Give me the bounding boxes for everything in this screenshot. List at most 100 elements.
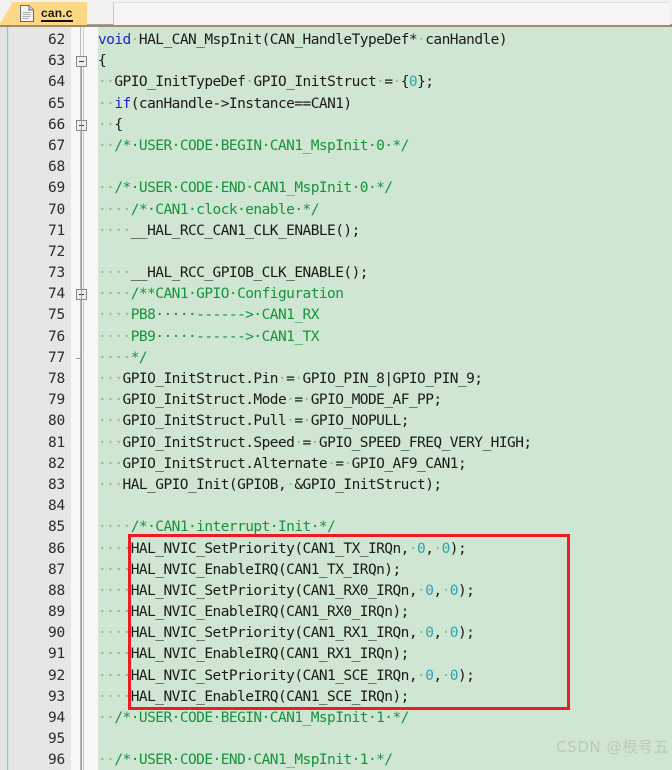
line-number: 81: [47, 434, 65, 451]
line-number: 76: [47, 328, 65, 345]
code-line[interactable]: 77 ····*/: [0, 348, 672, 369]
line-number: 65: [47, 95, 65, 112]
editor-tab-bar: can.c: [0, 0, 672, 25]
code-line[interactable]: 90 ····HAL_NVIC_SetPriority(CAN1_RX1_IRQn…: [0, 623, 672, 644]
code-line[interactable]: 80 ···GPIO_InitStruct.Pull·=·GPIO_NOPULL;: [0, 411, 672, 432]
code-line[interactable]: 68: [0, 157, 672, 178]
line-number: 92: [47, 667, 65, 684]
code-line[interactable]: 73 ····__HAL_RCC_GPIOB_CLK_ENABLE();: [0, 263, 672, 284]
code-line[interactable]: 92 ····HAL_NVIC_SetPriority(CAN1_SCE_IRQn…: [0, 666, 672, 687]
line-content: ··/*·USER·CODE·BEGIN·CAN1_MspInit·1·*/: [98, 710, 409, 726]
line-content: ····HAL_NVIC_EnableIRQ(CAN1_RX1_IRQn);: [98, 646, 409, 663]
code-line[interactable]: 71 ····__HAL_RCC_CAN1_CLK_ENABLE();: [0, 221, 672, 242]
code-line[interactable]: 86 ····HAL_NVIC_SetPriority(CAN1_TX_IRQn,…: [0, 539, 672, 560]
code-line[interactable]: 66 ··{: [0, 115, 672, 136]
code-line[interactable]: 62 void·HAL_CAN_MspInit(CAN_HandleTypeDef…: [0, 30, 672, 51]
line-number: 75: [47, 307, 65, 324]
fold-collapse-icon[interactable]: [76, 56, 87, 68]
code-line[interactable]: 76 ····PB9·····------>·CAN1_TX: [0, 327, 672, 348]
line-number: 69: [47, 180, 65, 197]
line-number: 85: [47, 519, 65, 536]
line-content: ····HAL_NVIC_EnableIRQ(CAN1_SCE_IRQn);: [98, 688, 409, 705]
line-content: ··{: [98, 116, 123, 133]
code-line[interactable]: 84: [0, 496, 672, 517]
line-number: 93: [47, 688, 65, 705]
code-line[interactable]: 89 ····HAL_NVIC_EnableIRQ(CAN1_RX0_IRQn);: [0, 602, 672, 623]
line-number: 73: [47, 265, 65, 282]
code-line[interactable]: 64 ··GPIO_InitTypeDef·GPIO_InitStruct·=·{…: [0, 72, 672, 93]
line-number: 96: [47, 752, 65, 769]
line-number: 71: [47, 222, 65, 239]
line-number: 83: [47, 476, 65, 493]
line-number: 88: [47, 582, 65, 599]
code-line[interactable]: 75 ····PB8·····------>·CAN1_RX: [0, 305, 672, 326]
line-content: ···GPIO_InitStruct.Alternate·=·GPIO_AF9_…: [98, 455, 467, 472]
code-editor[interactable]: 62 void·HAL_CAN_MspInit(CAN_HandleTypeDef…: [0, 25, 672, 770]
line-number: 91: [47, 646, 65, 663]
code-line[interactable]: 67 ··/*·USER·CODE·BEGIN·CAN1_MspInit·0·*/: [0, 136, 672, 157]
line-content: ····*/: [98, 349, 148, 366]
line-number: 74: [47, 286, 65, 303]
code-line[interactable]: 83 ···HAL_GPIO_Init(GPIOB,·&GPIO_InitStru…: [0, 475, 672, 496]
code-line[interactable]: 69 ··/*·USER·CODE·END·CAN1_MspInit·0·*/: [0, 178, 672, 199]
code-line[interactable]: 65 ··if(canHandle->Instance==CAN1): [0, 94, 672, 115]
line-number: 87: [47, 561, 65, 578]
line-content: ···GPIO_InitStruct.Pull·=·GPIO_NOPULL;: [98, 413, 409, 430]
line-number: 80: [47, 413, 65, 430]
line-number: 64: [47, 74, 65, 91]
line-content: void·HAL_CAN_MspInit(CAN_HandleTypeDef*·…: [98, 32, 508, 48]
line-content: ··/*·USER·CODE·END·CAN1_MspInit·0·*/: [98, 180, 393, 197]
code-line[interactable]: 87 ····HAL_NVIC_EnableIRQ(CAN1_TX_IRQn);: [0, 560, 672, 581]
line-number: 70: [47, 201, 65, 218]
line-number: 63: [47, 53, 65, 70]
line-content: ···GPIO_InitStruct.Speed·=·GPIO_SPEED_FR…: [98, 434, 532, 451]
line-number: 72: [47, 243, 65, 260]
code-line[interactable]: 85 ····/*·CAN1·interrupt·Init·*/: [0, 517, 672, 538]
line-content: ··/*·USER·CODE·BEGIN·CAN1_MspInit·0·*/: [98, 137, 409, 154]
line-content: ····PB8·····------>·CAN1_RX: [98, 307, 319, 324]
line-number: 95: [47, 731, 65, 748]
line-number: 66: [47, 116, 65, 133]
code-line[interactable]: 63 {: [0, 51, 672, 72]
line-content: ····/*·CAN1·interrupt·Init·*/: [98, 519, 336, 536]
line-content: ····HAL_NVIC_EnableIRQ(CAN1_TX_IRQn);: [98, 561, 401, 578]
line-number: 94: [47, 710, 65, 726]
line-number: 89: [47, 604, 65, 621]
line-content: ··/*·USER·CODE·END·CAN1_MspInit·1·*/: [98, 752, 393, 769]
document-icon: [20, 5, 34, 22]
line-content: ····HAL_NVIC_EnableIRQ(CAN1_RX0_IRQn);: [98, 604, 409, 621]
tab-can-c[interactable]: can.c: [0, 2, 87, 25]
code-lines: 62 void·HAL_CAN_MspInit(CAN_HandleTypeDef…: [0, 30, 672, 770]
code-line[interactable]: 70 ····/*·CAN1·clock·enable·*/: [0, 200, 672, 221]
code-line[interactable]: 79 ···GPIO_InitStruct.Mode·=·GPIO_MODE_AF…: [0, 390, 672, 411]
tab-label: can.c: [41, 6, 73, 22]
line-number: 68: [47, 159, 65, 176]
line-number: 84: [47, 498, 65, 515]
tab-bar-empty-area: [113, 2, 670, 25]
line-number: 90: [47, 625, 65, 642]
line-number: 77: [47, 349, 65, 366]
line-number: 67: [47, 137, 65, 154]
line-content: ····/*·CAN1·clock·enable·*/: [98, 201, 319, 218]
line-content: ····/**CAN1·GPIO·Configuration: [98, 286, 344, 303]
line-number: 79: [47, 392, 65, 409]
line-number: 82: [47, 455, 65, 472]
csdn-watermark: CSDN @根号五: [556, 738, 669, 756]
code-line[interactable]: 93 ····HAL_NVIC_EnableIRQ(CAN1_SCE_IRQn);: [0, 687, 672, 708]
code-line[interactable]: 72: [0, 242, 672, 263]
code-line[interactable]: 88 ····HAL_NVIC_SetPriority(CAN1_RX0_IRQn…: [0, 581, 672, 602]
code-line[interactable]: 82 ···GPIO_InitStruct.Alternate·=·GPIO_AF…: [0, 454, 672, 475]
line-content: {: [98, 53, 107, 70]
fold-connector-line: [81, 67, 82, 770]
line-content: ····HAL_NVIC_SetPriority(CAN1_RX0_IRQn,·…: [98, 582, 475, 599]
line-content: ····HAL_NVIC_SetPriority(CAN1_RX1_IRQn,·…: [98, 625, 475, 642]
line-content: ····HAL_NVIC_SetPriority(CAN1_TX_IRQn,·0…: [98, 540, 467, 557]
line-content: ··GPIO_InitTypeDef·GPIO_InitStruct·=·{0}…: [98, 74, 434, 91]
code-line[interactable]: 94 ··/*·USER·CODE·BEGIN·CAN1_MspInit·1·*/: [0, 708, 672, 729]
line-number: 62: [47, 32, 65, 48]
code-line[interactable]: 91 ····HAL_NVIC_EnableIRQ(CAN1_RX1_IRQn);: [0, 644, 672, 665]
code-line[interactable]: 74 ····/**CAN1·GPIO·Configuration: [0, 284, 672, 305]
code-line[interactable]: 81 ···GPIO_InitStruct.Speed·=·GPIO_SPEED_…: [0, 433, 672, 454]
line-content: ····__HAL_RCC_CAN1_CLK_ENABLE();: [98, 222, 360, 239]
code-line[interactable]: 78 ···GPIO_InitStruct.Pin·=·GPIO_PIN_8|GP…: [0, 369, 672, 390]
